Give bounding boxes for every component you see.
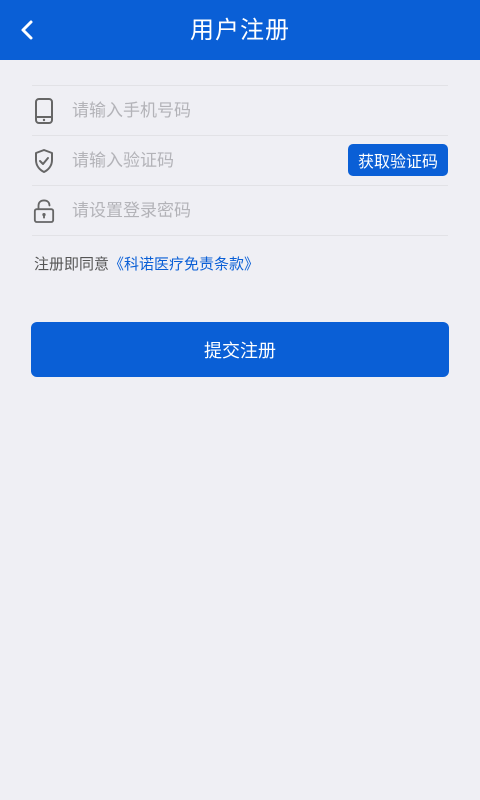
code-input[interactable]: [70, 149, 334, 172]
code-row: 获取验证码: [32, 135, 448, 185]
unlock-icon: [33, 197, 55, 225]
phone-icon: [33, 97, 55, 125]
password-row: [32, 185, 448, 236]
agreement-text: 注册即同意《科诺医疗免责条款》: [34, 253, 259, 274]
phone-row: [32, 85, 448, 135]
agreement-link[interactable]: 《科诺医疗免责条款》: [109, 255, 259, 273]
get-code-button[interactable]: 获取验证码: [347, 144, 448, 176]
page-title: 用户注册: [190, 16, 290, 44]
agreement-prefix: 注册即同意: [34, 255, 110, 273]
header-bar: 用户注册: [0, 0, 480, 60]
submit-register-button[interactable]: 提交注册: [31, 322, 449, 377]
register-form: 获取验证码: [32, 85, 448, 236]
password-input[interactable]: [70, 199, 334, 222]
phone-input[interactable]: [70, 99, 334, 122]
shield-check-icon: [33, 147, 55, 175]
